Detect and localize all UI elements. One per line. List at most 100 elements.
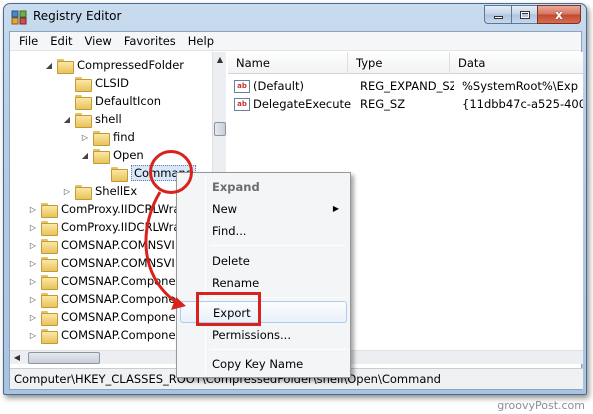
tree-scroll-thumb[interactable] — [214, 122, 226, 136]
folder-icon — [75, 94, 92, 110]
close-icon: x — [555, 7, 563, 22]
expand-arrow-icon[interactable]: ▷ — [28, 331, 38, 340]
menu-item-rename[interactable]: Rename — [180, 272, 347, 294]
maximize-button[interactable] — [511, 5, 537, 24]
folder-icon — [75, 184, 92, 200]
expand-arrow-icon[interactable]: ▷ — [28, 295, 38, 304]
collapse-arrow-icon[interactable]: ◢ — [44, 61, 54, 70]
folder-icon — [93, 130, 110, 146]
tree-item[interactable]: ▷ COMSNAP.COMNSVI — [28, 254, 175, 272]
scroll-left-icon[interactable]: ◀ — [10, 351, 24, 365]
string-value-icon: ab — [234, 97, 250, 111]
menu-file[interactable]: File — [13, 32, 44, 51]
menu-item-expand[interactable]: Expand — [180, 176, 347, 198]
folder-icon — [41, 328, 58, 344]
menu-item-new[interactable]: New ▶ — [180, 198, 347, 220]
menu-separator — [210, 349, 346, 350]
tree-item-label: COMSNAP.Compone — [61, 292, 176, 306]
tree-item[interactable]: CLSID — [62, 74, 129, 92]
menu-edit[interactable]: Edit — [44, 32, 78, 51]
context-menu: Expand New ▶ Find... Delete Rename Expor… — [176, 172, 351, 378]
expand-arrow-icon[interactable]: ▷ — [28, 241, 38, 250]
expand-arrow-icon[interactable]: ▷ — [80, 133, 90, 142]
folder-icon — [41, 220, 58, 236]
tree-item[interactable]: ▷ ShellEx — [62, 182, 137, 200]
menu-favorites[interactable]: Favorites — [118, 32, 182, 51]
tree-item[interactable]: ◢ shell — [62, 110, 122, 128]
folder-icon — [41, 256, 58, 272]
collapse-arrow-icon[interactable]: ◢ — [62, 115, 72, 124]
tree-hscroll-thumb[interactable] — [28, 352, 100, 364]
folder-icon — [41, 310, 58, 326]
tree-item[interactable]: ▷ COMSNAP.Compone — [28, 326, 176, 344]
menu-item-new-label: New — [212, 202, 238, 216]
scroll-up-icon[interactable]: ▲ — [213, 52, 227, 67]
folder-icon — [41, 274, 58, 290]
tree-item[interactable]: ▷ COMSNAP.Compone — [28, 308, 176, 326]
tree-item-label: shell — [95, 112, 122, 126]
menu-separator — [210, 245, 346, 246]
registry-editor-icon — [11, 10, 27, 25]
menu-help[interactable]: Help — [182, 32, 220, 51]
tree-item[interactable]: DefaultIcon — [62, 92, 161, 110]
tree-item[interactable]: ▷ find — [80, 128, 135, 146]
minimize-button[interactable] — [484, 5, 511, 24]
folder-icon — [75, 76, 92, 92]
value-name: (Default) — [253, 79, 304, 93]
expand-arrow-icon[interactable]: ▷ — [28, 259, 38, 268]
tree-item-label: Open — [113, 148, 144, 162]
folder-icon — [75, 112, 92, 128]
list-header: Name Type Data — [228, 52, 583, 74]
tree-item-label: CLSID — [95, 76, 129, 90]
expand-arrow-icon[interactable]: ▷ — [62, 187, 72, 196]
expand-arrow-icon[interactable]: ▷ — [28, 205, 38, 214]
menu-item-find[interactable]: Find... — [180, 220, 347, 242]
expand-arrow-icon[interactable]: ▷ — [28, 277, 38, 286]
tree-item[interactable]: ▷ ComProxy.IIDCRLWra — [28, 200, 180, 218]
value-data: %SystemRoot%\Exp — [462, 79, 579, 93]
list-row[interactable]: ab (Default) REG_EXPAND_SZ %SystemRoot%\… — [228, 77, 583, 95]
tree-item-label: DefaultIcon — [95, 94, 162, 108]
folder-icon — [41, 238, 58, 254]
value-type: REG_EXPAND_SZ — [360, 79, 454, 93]
column-header-name[interactable]: Name — [228, 52, 348, 74]
maximize-icon — [519, 10, 530, 19]
menu-view[interactable]: View — [79, 32, 118, 51]
tree-item[interactable]: ◢ Open — [80, 146, 144, 164]
window-title: Registry Editor — [33, 9, 122, 23]
expand-arrow-icon[interactable]: ▷ — [28, 313, 38, 322]
tree-item[interactable]: ▷ COMSNAP.Compone — [28, 272, 176, 290]
folder-icon — [41, 202, 58, 218]
tree-item-label: ShellEx — [95, 184, 138, 198]
list-row[interactable]: ab DelegateExecute REG_SZ {11dbb47c-a525… — [228, 95, 583, 113]
folder-icon — [93, 148, 110, 164]
close-button[interactable]: x — [537, 5, 581, 24]
tree-item-label: CompressedFolder — [77, 58, 185, 72]
title-bar[interactable]: Registry Editor x — [4, 4, 586, 30]
column-header-data[interactable]: Data — [450, 52, 583, 74]
tree-item[interactable]: ◢ CompressedFolder — [44, 56, 184, 74]
tree-item[interactable]: ▷ ComProxy.IIDCRLWra — [28, 218, 180, 236]
tree-item[interactable]: ▷ COMSNAP.COMNSVI — [28, 236, 175, 254]
tree-item-label: COMSNAP.Compone — [61, 310, 176, 324]
column-header-type[interactable]: Type — [348, 52, 450, 74]
tree-item-label: COMSNAP.Compone — [61, 328, 176, 342]
watermark-text: groovyPost.com — [497, 399, 585, 412]
tree-item-label: ComProxy.IIDCRLWra — [61, 220, 181, 234]
folder-icon — [41, 292, 58, 308]
collapse-arrow-icon[interactable]: ◢ — [80, 151, 90, 160]
submenu-arrow-icon: ▶ — [332, 204, 339, 213]
tree-item-label: COMSNAP.COMNSVI — [61, 238, 175, 252]
annotation-box — [196, 292, 261, 326]
expand-arrow-icon[interactable]: ▷ — [28, 223, 38, 232]
tree-item-label: find — [113, 130, 135, 144]
menu-item-permissions[interactable]: Permissions... — [180, 324, 347, 346]
menu-item-copy-key-name[interactable]: Copy Key Name — [180, 353, 347, 375]
menu-item-delete[interactable]: Delete — [180, 250, 347, 272]
value-type: REG_SZ — [360, 97, 406, 111]
value-data: {11dbb47c-a525-400 — [462, 97, 583, 111]
value-name: DelegateExecute — [253, 97, 352, 111]
folder-icon — [111, 166, 128, 182]
tree-item[interactable]: ▷ COMSNAP.Compone — [28, 290, 176, 308]
folder-icon — [57, 58, 74, 74]
